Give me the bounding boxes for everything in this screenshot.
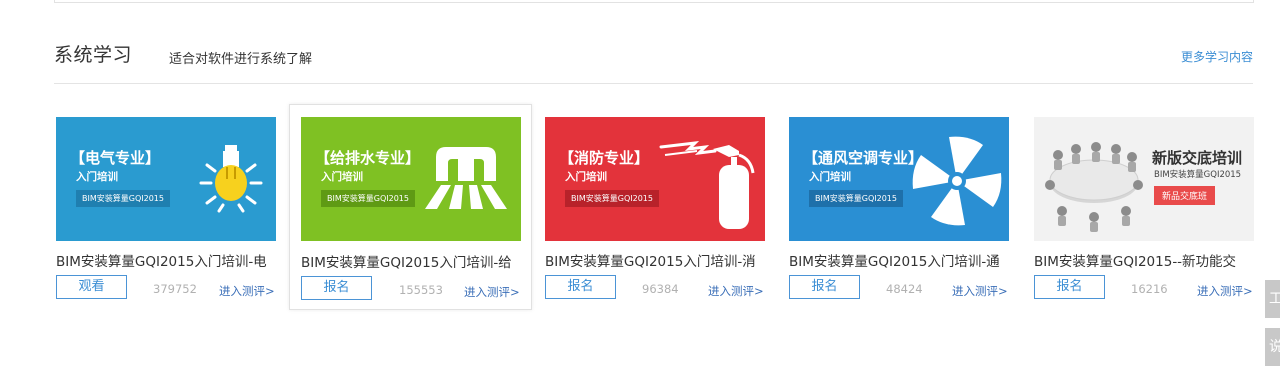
- thumb-title: 【电气专业】: [70, 149, 161, 167]
- view-count: 16216: [1131, 282, 1168, 296]
- thumb-tag: BIM安装算量GQI2015: [565, 190, 659, 207]
- enter-evaluation-link[interactable]: 进入测评>: [1197, 283, 1253, 299]
- thumb-tag: BIM安装算量GQI2015: [321, 190, 415, 207]
- course-card[interactable]: 【消防专业】 入门培训 BIM安装算量GQI2015 BIM安装算量GQI201…: [534, 104, 777, 310]
- watch-button[interactable]: 观看: [56, 275, 127, 299]
- section-subtitle: 适合对软件进行系统了解: [169, 52, 313, 67]
- side-float-tab-help[interactable]: 说: [1265, 328, 1280, 366]
- thumb-title: 【消防专业】: [559, 149, 650, 167]
- course-card[interactable]: 【通风空调专业】 入门培训 BIM安装算量GQI2015 BIM安装算量GQI2…: [778, 104, 1021, 310]
- section-divider: [54, 83, 1253, 84]
- thumb-subtitle: 入门培训: [76, 171, 118, 183]
- view-count: 155553: [399, 283, 443, 297]
- register-button[interactable]: 报名: [789, 275, 860, 299]
- register-button[interactable]: 报名: [1034, 275, 1105, 299]
- meeting-table-icon: [1045, 142, 1143, 232]
- enter-evaluation-link[interactable]: 进入测评>: [464, 284, 520, 300]
- fan-icon: [912, 136, 1002, 226]
- lightbulb-icon: [199, 145, 263, 213]
- view-count: 96384: [642, 282, 679, 296]
- course-thumbnail[interactable]: 【电气专业】 入门培训 BIM安装算量GQI2015: [56, 117, 276, 241]
- course-thumbnail[interactable]: 新版交底培训 BIM安装算量GQI2015 新品交底班: [1034, 117, 1254, 241]
- enter-evaluation-link[interactable]: 进入测评>: [708, 283, 764, 299]
- thumb-subtitle: 入门培训: [809, 171, 851, 183]
- register-button[interactable]: 报名: [301, 276, 372, 300]
- register-button[interactable]: 报名: [545, 275, 616, 299]
- fire-extinguisher-icon: [659, 141, 755, 229]
- thumb-subtitle: 入门培训: [321, 171, 363, 183]
- course-card[interactable]: 【给排水专业】 入门培训 BIM安装算量GQI2015 BIM安装算量GQI20…: [289, 104, 532, 310]
- thumb-subtitle: BIM安装算量GQI2015: [1154, 170, 1242, 180]
- top-panel-edge: [54, 0, 1254, 3]
- view-count: 48424: [886, 282, 923, 296]
- section-title: 系统学习: [54, 44, 133, 66]
- course-thumbnail[interactable]: 【给排水专业】 入门培训 BIM安装算量GQI2015: [301, 117, 521, 241]
- thumb-title: 【通风空调专业】: [803, 149, 924, 167]
- course-name[interactable]: BIM安装算量GQI2015入门培训-给: [301, 251, 537, 271]
- water-pipe-icon: [425, 147, 507, 209]
- thumb-tag: 新品交底班: [1154, 186, 1216, 205]
- course-name[interactable]: BIM安装算量GQI2015入门培训-通: [789, 250, 1025, 270]
- thumb-title: 【给排水专业】: [315, 149, 421, 167]
- more-learning-link[interactable]: 更多学习内容: [1181, 48, 1253, 65]
- course-card[interactable]: 【电气专业】 入门培训 BIM安装算量GQI2015 BIM安装算量GQI201…: [45, 104, 288, 310]
- thumb-tag: BIM安装算量GQI2015: [76, 190, 170, 207]
- course-name[interactable]: BIM安装算量GQI2015入门培训-消: [545, 250, 781, 270]
- enter-evaluation-link[interactable]: 进入测评>: [952, 283, 1008, 299]
- course-card[interactable]: 新版交底培训 BIM安装算量GQI2015 新品交底班 BIM安装算量GQI20…: [1023, 104, 1266, 310]
- side-float-tab-tool[interactable]: 工: [1265, 280, 1280, 318]
- course-thumbnail[interactable]: 【消防专业】 入门培训 BIM安装算量GQI2015: [545, 117, 765, 241]
- thumb-title: 新版交底培训: [1152, 149, 1243, 167]
- course-name[interactable]: BIM安装算量GQI2015入门培训-电: [56, 250, 292, 270]
- enter-evaluation-link[interactable]: 进入测评>: [219, 283, 275, 299]
- course-name[interactable]: BIM安装算量GQI2015--新功能交: [1034, 250, 1270, 270]
- view-count: 379752: [153, 282, 197, 296]
- course-thumbnail[interactable]: 【通风空调专业】 入门培训 BIM安装算量GQI2015: [789, 117, 1009, 241]
- thumb-subtitle: 入门培训: [565, 171, 607, 183]
- thumb-tag: BIM安装算量GQI2015: [809, 190, 903, 207]
